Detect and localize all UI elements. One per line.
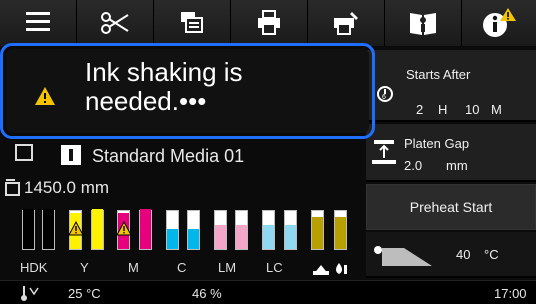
job-copy-button[interactable]: [154, 0, 231, 46]
ink-level-fill: [335, 217, 346, 249]
ink-cartridge-maint-2: [334, 210, 347, 250]
heater-icon: [374, 246, 432, 266]
maintenance-button[interactable]: [308, 0, 385, 46]
ink-cartridge-lm-2: [235, 210, 248, 250]
minutes-unit: M: [491, 102, 502, 117]
cut-button[interactable]: [77, 0, 154, 46]
ink-cartridge-m-1: [116, 210, 132, 250]
humidity: 46 %: [192, 286, 222, 301]
svg-text:6: 6: [382, 94, 386, 101]
cut-icon: [101, 12, 129, 34]
manual-button[interactable]: [385, 0, 462, 46]
popup-message: Ink shaking is needed.•••: [85, 57, 243, 116]
status-bar: 25 °C 46 % 17:00: [0, 280, 536, 304]
ink-level-fill: [285, 225, 296, 249]
menu-icon: [26, 12, 50, 31]
platen-gap-value: 2.0: [404, 158, 423, 173]
maintenance-box-icon: [313, 263, 347, 275]
print-icon: [258, 10, 280, 35]
ink-level-fill: [167, 229, 178, 249]
ink-label-y: Y: [80, 260, 89, 275]
ink-label-c: C: [177, 260, 187, 275]
ink-label-lc: LC: [266, 260, 283, 275]
warning-icon: [35, 87, 55, 105]
copy-job-icon: [181, 12, 203, 33]
starts-after-panel[interactable]: Starts After 6 2 H 10 M: [366, 50, 536, 122]
temperature-value: 40: [456, 247, 471, 262]
ink-level-fill: [312, 217, 323, 249]
ink-cartridge-lc-2: [284, 210, 297, 250]
print-button[interactable]: [231, 0, 308, 46]
ink-cartridge-lm-1: [214, 210, 227, 250]
shake-warning-icon: [68, 221, 84, 236]
hours-value: 2: [416, 102, 424, 117]
platen-gap-panel[interactable]: Platen Gap 2.0 mm: [366, 124, 536, 182]
ink-level-fill: [215, 225, 226, 249]
platen-gap-icon: [372, 140, 396, 164]
preheat-start-label: Preheat Start: [409, 199, 493, 215]
ink-level-fill: [236, 225, 247, 249]
environment-icon: [21, 286, 39, 301]
info-warning-icon: [483, 8, 516, 37]
ink-level-fill: [43, 209, 54, 249]
platen-gap-unit: mm: [446, 158, 468, 173]
media-slot-icon: [61, 145, 81, 165]
ink-level-fill: [23, 209, 34, 249]
platen-gap-label: Platen Gap: [404, 136, 470, 151]
ink-cartridge-hdk-2: [42, 209, 55, 250]
ink-cartridge-m-2: [139, 209, 152, 250]
ink-level-fill: [92, 209, 103, 249]
media-name: Standard Media 01: [92, 146, 245, 166]
media-length: 1450.0 mm: [24, 178, 110, 197]
ink-cartridge-hdk-1: [22, 209, 35, 250]
ink-cartridge-maint-1: [311, 210, 324, 250]
ink-cartridge-c-1: [166, 210, 179, 250]
ink-level-fill: [188, 229, 199, 249]
room-temperature: 25 °C: [68, 286, 101, 301]
ink-cartridge-y-1: [68, 210, 84, 250]
book-icon: [410, 13, 436, 35]
shake-warning-icon: [116, 221, 132, 236]
ink-level-fill: [140, 209, 151, 249]
media-length-icon: [5, 179, 20, 196]
hours-unit: H: [438, 102, 448, 117]
clock: 17:00: [494, 286, 527, 301]
ink-level-fill: [263, 225, 274, 249]
printer-maintenance-icon: [334, 12, 358, 35]
ink-cartridge-lc-1: [262, 210, 275, 250]
ink-label-lm: LM: [218, 260, 237, 275]
ink-label-hdk: HDK: [20, 260, 48, 275]
ink-cartridge-y-2: [91, 209, 104, 250]
toolbar: [0, 0, 536, 46]
heater-temperature-panel[interactable]: 40 °C: [366, 232, 536, 278]
info-button[interactable]: [462, 0, 536, 46]
temperature-unit: °C: [484, 247, 499, 262]
starts-after-label: Starts After: [406, 67, 471, 82]
ink-cartridge-c-2: [187, 210, 200, 250]
timer-icon: 6: [377, 86, 393, 102]
menu-button[interactable]: [0, 0, 77, 46]
ink-label-m: M: [128, 260, 139, 275]
preheat-start-button[interactable]: Preheat Start: [366, 184, 536, 230]
media-icon: [15, 144, 33, 161]
minutes-value: 10: [465, 102, 480, 117]
